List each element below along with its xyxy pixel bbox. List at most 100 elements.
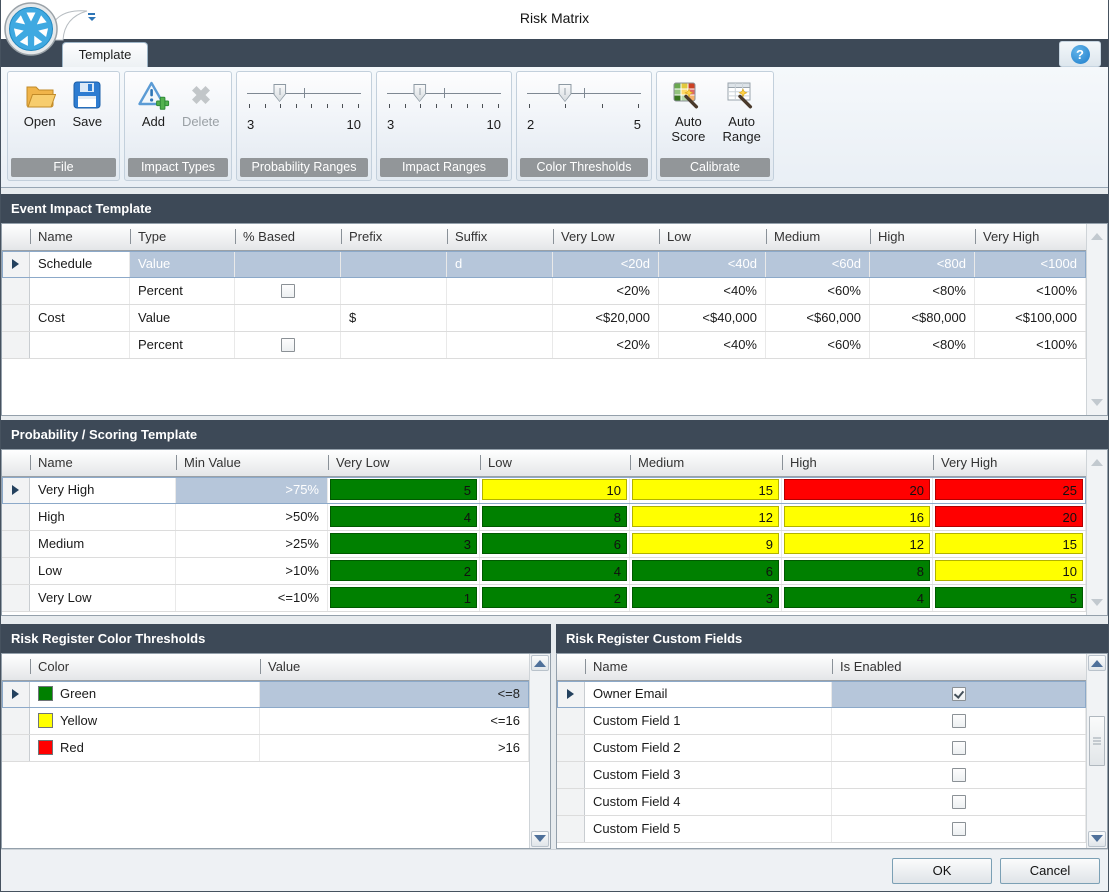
save-button[interactable]: Save xyxy=(71,79,103,129)
cell-color[interactable]: Green xyxy=(30,681,260,707)
column-header[interactable]: Very Low xyxy=(328,450,480,476)
row-indicator[interactable] xyxy=(557,708,585,734)
cell-type[interactable]: Value xyxy=(130,251,235,277)
row-indicator[interactable] xyxy=(2,531,30,557)
probability-scrollbar[interactable] xyxy=(1086,450,1107,615)
cell-min-value[interactable]: >25% xyxy=(176,531,328,557)
cell-impact-value[interactable]: <20d xyxy=(553,251,659,277)
checkbox[interactable] xyxy=(952,822,966,836)
table-row[interactable]: High>50%48121620 xyxy=(2,504,1086,531)
column-header[interactable]: Name xyxy=(30,224,130,250)
add-button[interactable]: Add xyxy=(136,79,170,129)
cell-suffix[interactable] xyxy=(447,332,553,358)
score-cell[interactable]: 2 xyxy=(328,558,480,584)
cell-impact-value[interactable]: <40d xyxy=(659,251,766,277)
cell-is-enabled[interactable] xyxy=(832,681,1086,707)
ok-button[interactable]: OK xyxy=(892,858,992,884)
scroll-thumb[interactable] xyxy=(1089,716,1105,766)
score-cell[interactable]: 25 xyxy=(933,477,1086,503)
cell-name[interactable]: High xyxy=(30,504,176,530)
checkbox[interactable] xyxy=(952,768,966,782)
row-indicator[interactable] xyxy=(557,816,585,842)
scroll-up-icon[interactable] xyxy=(1091,459,1103,466)
cell-field-name[interactable]: Custom Field 2 xyxy=(585,735,832,761)
cell-suffix[interactable] xyxy=(447,278,553,304)
score-cell[interactable]: 6 xyxy=(630,558,782,584)
slider-thumb[interactable] xyxy=(558,84,571,102)
cell-impact-value[interactable]: <$40,000 xyxy=(659,305,766,331)
cell-impact-value[interactable]: <60% xyxy=(766,278,870,304)
cell-impact-value[interactable]: <80d xyxy=(870,251,975,277)
cell-percent-based[interactable] xyxy=(235,278,341,304)
row-indicator[interactable] xyxy=(2,477,30,503)
help-icon[interactable]: ? xyxy=(1071,45,1090,64)
checkbox[interactable] xyxy=(281,284,295,298)
table-row[interactable]: Very Low<=10%12345 xyxy=(2,585,1086,612)
custom-fields-scrollbar[interactable] xyxy=(1086,654,1107,848)
cell-min-value[interactable]: >75% xyxy=(176,477,328,503)
checkbox[interactable] xyxy=(952,741,966,755)
table-row[interactable]: ScheduleValued<20d<40d<60d<80d<100d xyxy=(2,251,1086,278)
color-thresholds-scrollbar[interactable] xyxy=(529,654,550,848)
checkbox[interactable] xyxy=(281,338,295,352)
column-header[interactable]: Very High xyxy=(933,450,1086,476)
column-header[interactable]: Low xyxy=(480,450,630,476)
cell-value[interactable]: >16 xyxy=(260,735,529,761)
table-row[interactable]: Custom Field 1 xyxy=(557,708,1086,735)
cell-color[interactable]: Red xyxy=(30,735,260,761)
column-header[interactable]: Medium xyxy=(630,450,782,476)
scroll-up-button[interactable] xyxy=(1088,655,1106,671)
column-header[interactable]: Very High xyxy=(975,224,1086,250)
column-header[interactable]: Name xyxy=(30,450,176,476)
cell-name[interactable]: Cost xyxy=(30,305,130,331)
cell-suffix[interactable]: d xyxy=(447,251,553,277)
cell-impact-value[interactable]: <$60,000 xyxy=(766,305,870,331)
table-row[interactable]: Red>16 xyxy=(2,735,529,762)
column-header[interactable]: Very Low xyxy=(553,224,659,250)
cell-percent-based[interactable] xyxy=(235,332,341,358)
cell-name[interactable] xyxy=(30,278,130,304)
score-cell[interactable]: 3 xyxy=(328,531,480,557)
cell-value[interactable]: <=8 xyxy=(260,681,529,707)
row-indicator[interactable] xyxy=(2,504,30,530)
row-indicator[interactable] xyxy=(2,558,30,584)
auto-range-button[interactable]: Auto Range xyxy=(720,79,764,144)
score-cell[interactable]: 9 xyxy=(630,531,782,557)
table-row[interactable]: Custom Field 4 xyxy=(557,789,1086,816)
score-cell[interactable]: 8 xyxy=(782,558,933,584)
table-row[interactable]: Owner Email xyxy=(557,681,1086,708)
score-cell[interactable]: 6 xyxy=(480,531,630,557)
table-row[interactable]: Percent<20%<40%<60%<80%<100% xyxy=(2,278,1086,305)
column-header[interactable]: High xyxy=(782,450,933,476)
table-row[interactable]: Yellow<=16 xyxy=(2,708,529,735)
cell-name[interactable]: Very High xyxy=(30,477,176,503)
cell-name[interactable] xyxy=(30,332,130,358)
scroll-down-button[interactable] xyxy=(1088,831,1106,847)
score-cell[interactable]: 15 xyxy=(933,531,1086,557)
cell-min-value[interactable]: >10% xyxy=(176,558,328,584)
score-cell[interactable]: 12 xyxy=(782,531,933,557)
table-row[interactable]: Low>10%246810 xyxy=(2,558,1086,585)
cell-is-enabled[interactable] xyxy=(832,708,1086,734)
tab-template[interactable]: Template xyxy=(62,42,148,67)
cell-percent-based[interactable] xyxy=(235,305,341,331)
cell-name[interactable]: Medium xyxy=(30,531,176,557)
cell-impact-value[interactable]: <$100,000 xyxy=(975,305,1086,331)
column-header[interactable]: Type xyxy=(130,224,235,250)
column-header[interactable]: Medium xyxy=(766,224,870,250)
score-cell[interactable]: 16 xyxy=(782,504,933,530)
table-row[interactable]: Percent<20%<40%<60%<80%<100% xyxy=(2,332,1086,359)
scroll-down-button[interactable] xyxy=(531,831,549,847)
cell-percent-based[interactable] xyxy=(235,251,341,277)
cell-impact-value[interactable]: <100% xyxy=(975,332,1086,358)
row-indicator[interactable] xyxy=(2,735,30,761)
cell-type[interactable]: Percent xyxy=(130,278,235,304)
cell-prefix[interactable] xyxy=(341,251,447,277)
row-indicator[interactable] xyxy=(2,305,30,331)
score-cell[interactable]: 5 xyxy=(933,585,1086,611)
cell-is-enabled[interactable] xyxy=(832,762,1086,788)
cell-impact-value[interactable]: <$80,000 xyxy=(870,305,975,331)
delete-button[interactable]: Delete xyxy=(182,79,220,129)
cell-impact-value[interactable]: <$20,000 xyxy=(553,305,659,331)
cell-impact-value[interactable]: <20% xyxy=(553,332,659,358)
